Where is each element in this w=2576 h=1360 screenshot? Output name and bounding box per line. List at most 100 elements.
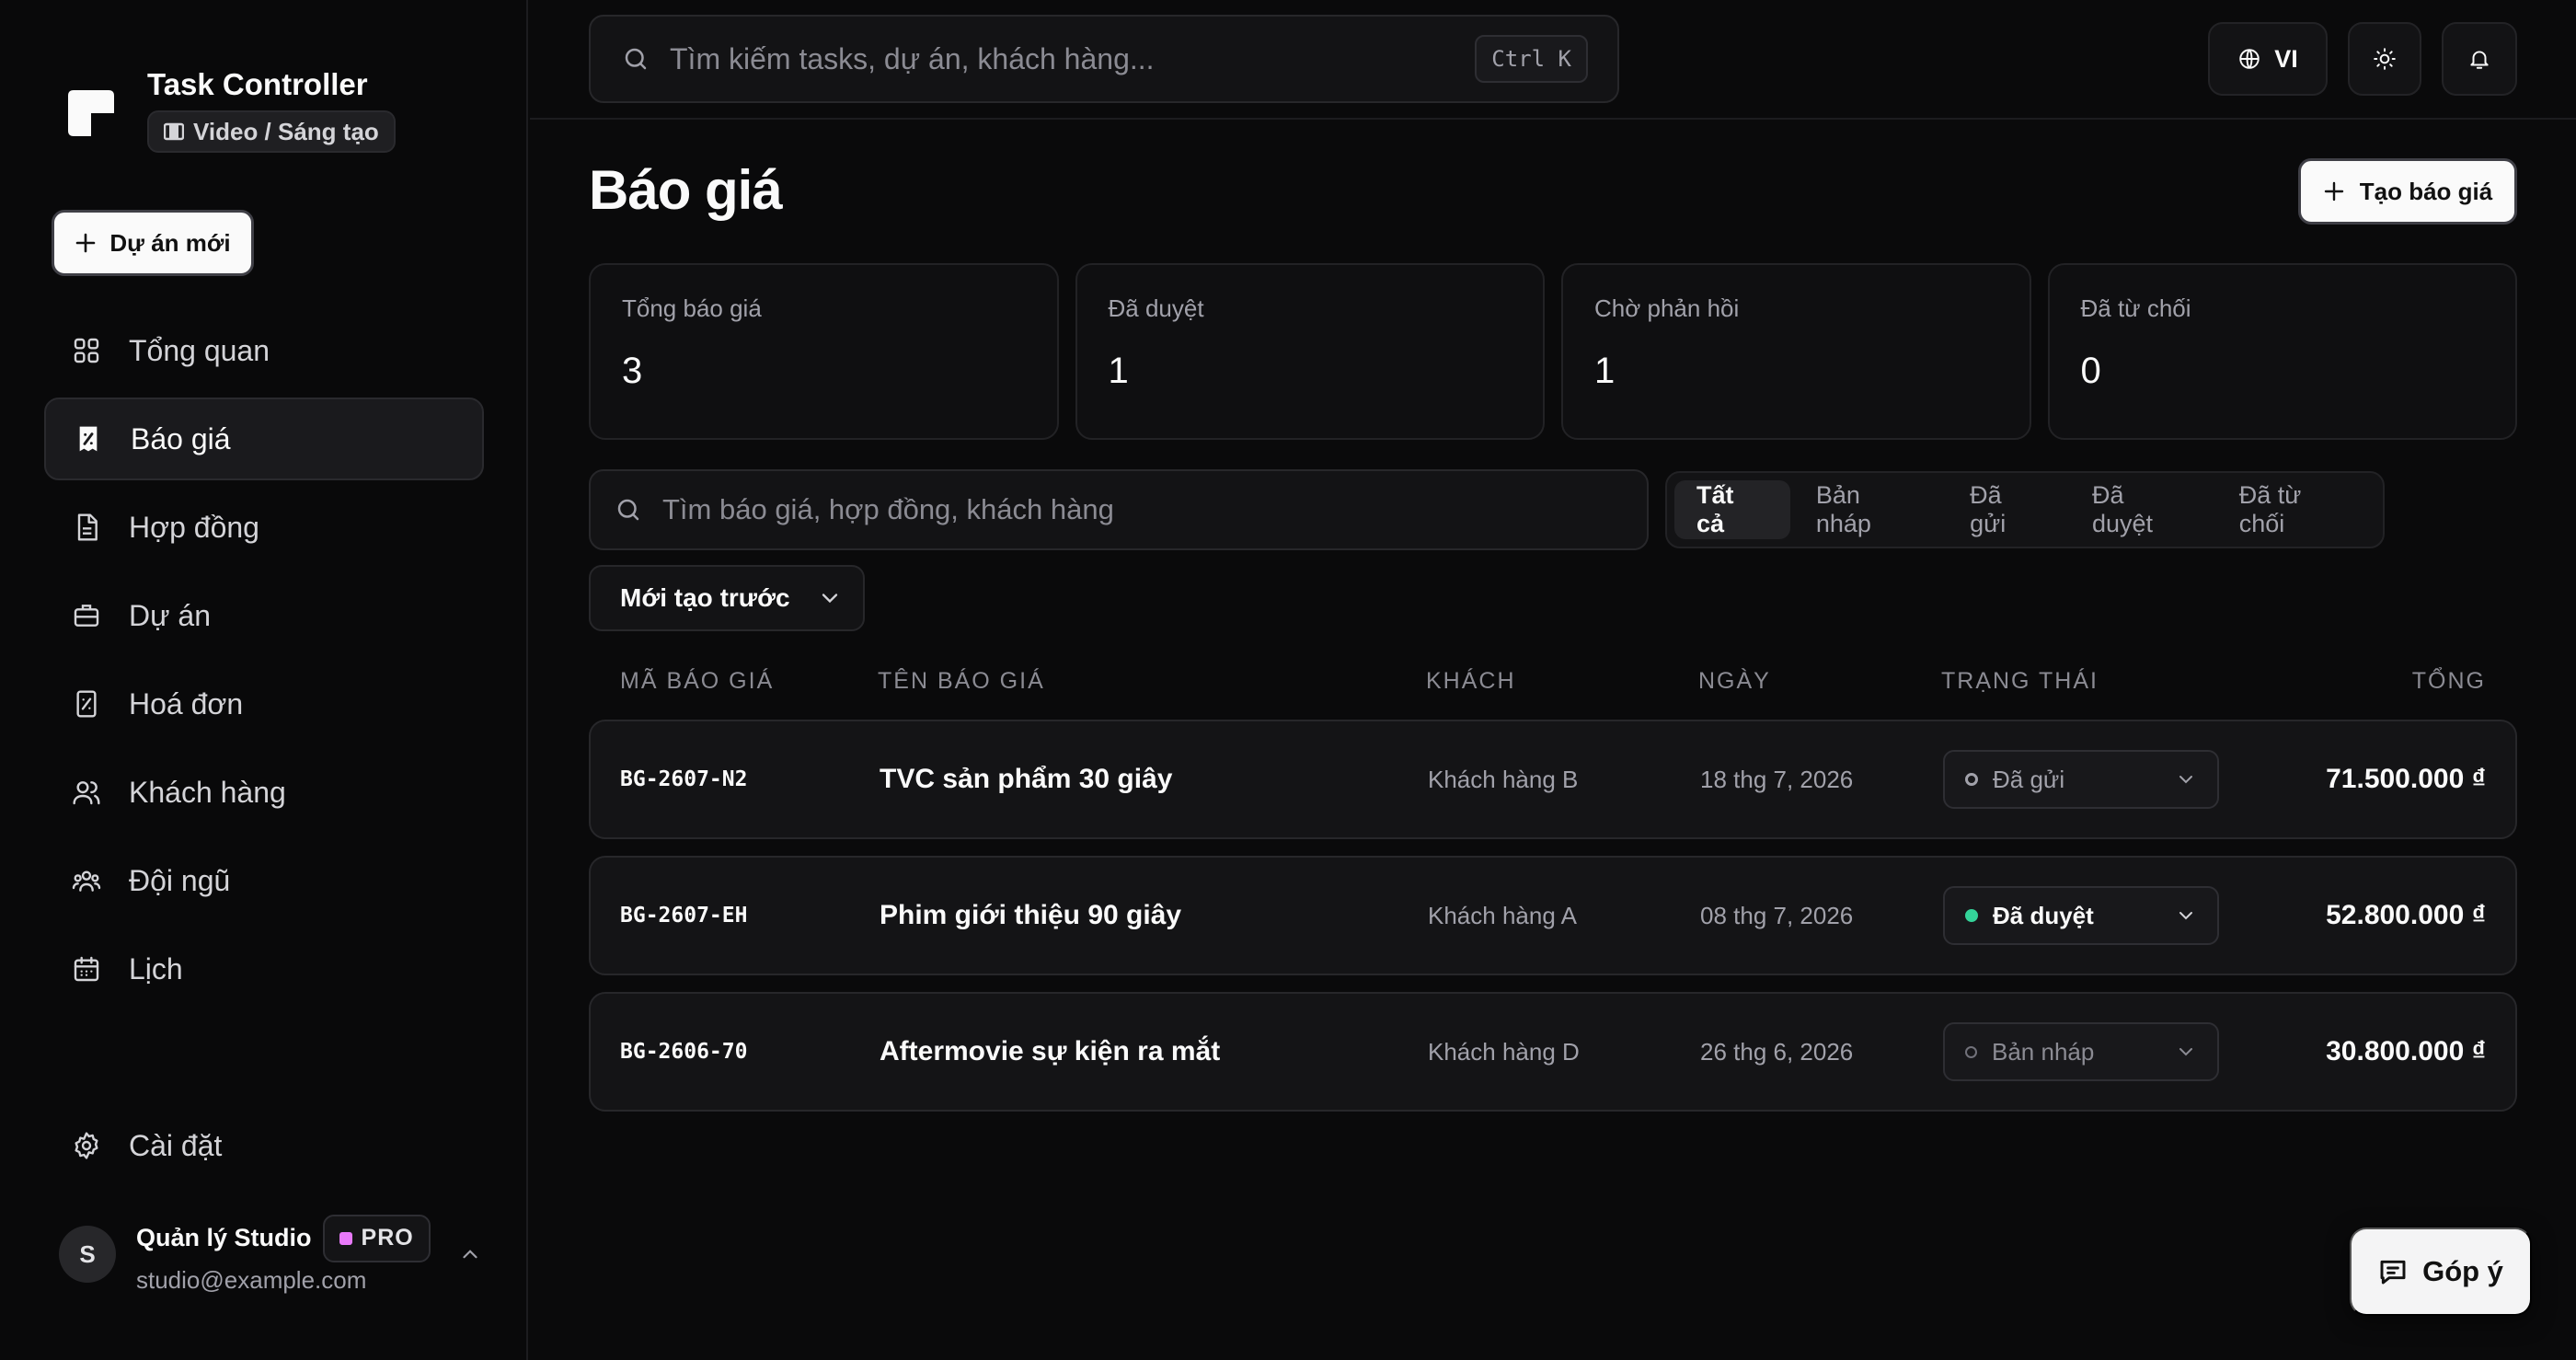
status-label: Đã duyệt xyxy=(1993,901,2094,929)
table-row[interactable]: BG-2606-70 Aftermovie sự kiện ra mắt Khá… xyxy=(589,992,2517,1112)
quote-name: TVC sản phẩm 30 giây xyxy=(880,764,1173,794)
sidebar-item-clients[interactable]: Khách hàng xyxy=(44,751,484,834)
column-header-status: TRẠNG THÁI xyxy=(1941,668,2099,694)
language-button[interactable]: VI xyxy=(2208,22,2328,96)
sidebar-item-projects[interactable]: Dự án xyxy=(44,574,484,657)
quote-search-input[interactable] xyxy=(662,493,1647,526)
user-name: Quản lý Studio xyxy=(136,1224,312,1251)
chevron-down-icon xyxy=(2179,776,2192,784)
status-dot-icon xyxy=(1965,773,1978,786)
team-icon xyxy=(72,870,101,892)
feedback-label: Góp ý xyxy=(2422,1255,2503,1287)
column-header-client: KHÁCH xyxy=(1426,668,1516,694)
quote-date: 18 thg 7, 2026 xyxy=(1700,765,1854,793)
create-quote-label: Tạo báo giá xyxy=(2359,177,2493,205)
plus-icon xyxy=(76,233,96,253)
stats-row: Tổng báo giá 3 Đã duyệt 1 Chờ phản hồi 1… xyxy=(589,263,2517,440)
page-title: Báo giá xyxy=(589,159,783,221)
sidebar-item-calendar[interactable]: Lịch xyxy=(44,928,484,1010)
quote-table: BG-2607-N2 TVC sản phẩm 30 giây Khách hà… xyxy=(589,720,2517,1128)
sun-icon xyxy=(2374,48,2396,70)
stat-label: Đã từ chối xyxy=(2080,294,2191,322)
stat-value: 1 xyxy=(1594,351,1616,391)
stat-card-total: Tổng báo giá 3 xyxy=(589,263,1059,440)
grid-icon xyxy=(74,338,99,363)
stat-label: Tổng báo giá xyxy=(622,294,762,322)
column-header-code: MÃ BÁO GIÁ xyxy=(620,668,775,694)
status-select[interactable]: Bản nháp xyxy=(1943,1022,2219,1081)
stat-card-approved: Đã duyệt 1 xyxy=(1075,263,1545,440)
bell-icon xyxy=(2470,51,2489,69)
sidebar-item-label: Đội ngũ xyxy=(129,863,231,897)
sidebar: Task Controller Video / Sáng tạo Dự án m… xyxy=(0,0,528,1360)
quote-client: Khách hàng B xyxy=(1428,765,1579,793)
quote-client: Khách hàng A xyxy=(1428,901,1577,929)
sidebar-item-label: Lịch xyxy=(129,951,183,985)
search-icon xyxy=(617,499,639,521)
tab-all[interactable]: Tất cả xyxy=(1674,480,1790,539)
quote-total: 30.800.000 ₫ xyxy=(2326,1036,2486,1066)
gear-icon xyxy=(75,1132,98,1159)
stat-value: 3 xyxy=(622,351,643,391)
invoice-icon xyxy=(76,690,97,718)
quote-name: Phim giới thiệu 90 giây xyxy=(880,900,1182,930)
sidebar-item-team[interactable]: Đội ngũ xyxy=(44,839,484,922)
topbar: Ctrl K VI xyxy=(530,0,2576,120)
sidebar-item-quotes[interactable]: Báo giá xyxy=(44,398,484,480)
sidebar-item-label: Báo giá xyxy=(131,421,231,455)
status-dot-icon xyxy=(1965,909,1978,922)
sidebar-item-label: Tổng quan xyxy=(129,333,270,367)
sidebar-item-label: Cài đặt xyxy=(129,1128,223,1162)
column-header-name: TÊN BÁO GIÁ xyxy=(878,668,1045,694)
create-quote-button[interactable]: Tạo báo giá xyxy=(2298,158,2517,225)
global-search[interactable]: Ctrl K xyxy=(589,15,1619,103)
table-row[interactable]: BG-2607-EH Phim giới thiệu 90 giây Khách… xyxy=(589,856,2517,975)
plan-dot-icon xyxy=(339,1231,352,1245)
user-menu[interactable]: S Quản lý Studio PRO studio@example.com xyxy=(59,1213,482,1296)
chevron-down-icon xyxy=(822,594,838,604)
tab-approved[interactable]: Đã duyệt xyxy=(2070,480,2214,539)
message-icon xyxy=(2380,1260,2406,1285)
avatar: S xyxy=(59,1226,116,1283)
plus-icon xyxy=(2324,181,2343,202)
status-dot-icon xyxy=(1965,1045,1977,1058)
sidebar-item-overview[interactable]: Tổng quan xyxy=(44,309,484,392)
calendar-icon xyxy=(74,956,99,982)
column-header-date: NGÀY xyxy=(1698,668,1771,694)
workspace-tag[interactable]: Video / Sáng tạo xyxy=(147,110,396,153)
status-label: Bản nháp xyxy=(1992,1037,2095,1066)
quote-code: BG-2606-70 xyxy=(620,1040,748,1064)
feedback-button[interactable]: Góp ý xyxy=(2350,1227,2532,1316)
sidebar-item-settings[interactable]: Cài đặt xyxy=(44,1104,484,1187)
new-project-button[interactable]: Dự án mới xyxy=(52,210,254,276)
stat-value: 0 xyxy=(2080,351,2101,391)
quote-code: BG-2607-N2 xyxy=(620,767,748,791)
sort-select[interactable]: Mới tạo trước xyxy=(589,565,865,631)
status-label: Đã gửi xyxy=(1993,765,2065,793)
quote-name: Aftermovie sự kiện ra mắt xyxy=(880,1036,1221,1066)
quote-search[interactable] xyxy=(589,469,1649,550)
stat-label: Đã duyệt xyxy=(1108,294,1204,322)
sort-label: Mới tạo trước xyxy=(620,583,790,612)
brand[interactable]: Task Controller Video / Sáng tạo xyxy=(68,64,396,153)
quote-code: BG-2607-EH xyxy=(620,904,748,928)
sidebar-item-invoices[interactable]: Hoá đơn xyxy=(44,663,484,745)
table-row[interactable]: BG-2607-N2 TVC sản phẩm 30 giây Khách hà… xyxy=(589,720,2517,839)
notifications-button[interactable] xyxy=(2442,22,2517,96)
tab-draft[interactable]: Bản nháp xyxy=(1794,480,1944,539)
sidebar-item-contracts[interactable]: Hợp đồng xyxy=(44,486,484,569)
language-label: VI xyxy=(2274,44,2298,73)
global-search-input[interactable] xyxy=(670,41,1476,76)
user-email: studio@example.com xyxy=(136,1265,367,1294)
theme-toggle-button[interactable] xyxy=(2348,22,2421,96)
status-select[interactable]: Đã duyệt xyxy=(1943,886,2219,945)
document-icon xyxy=(77,513,98,541)
tab-rejected[interactable]: Đã từ chối xyxy=(2217,480,2375,539)
sidebar-item-label: Khách hàng xyxy=(129,775,286,809)
status-select[interactable]: Đã gửi xyxy=(1943,750,2219,809)
tab-sent[interactable]: Đã gửi xyxy=(1948,480,2066,539)
status-tabs: Tất cả Bản nháp Đã gửi Đã duyệt Đã từ ch… xyxy=(1665,471,2385,548)
search-icon xyxy=(625,48,647,70)
plan-badge: PRO xyxy=(322,1214,431,1262)
chevron-up-icon[interactable] xyxy=(458,1242,482,1266)
